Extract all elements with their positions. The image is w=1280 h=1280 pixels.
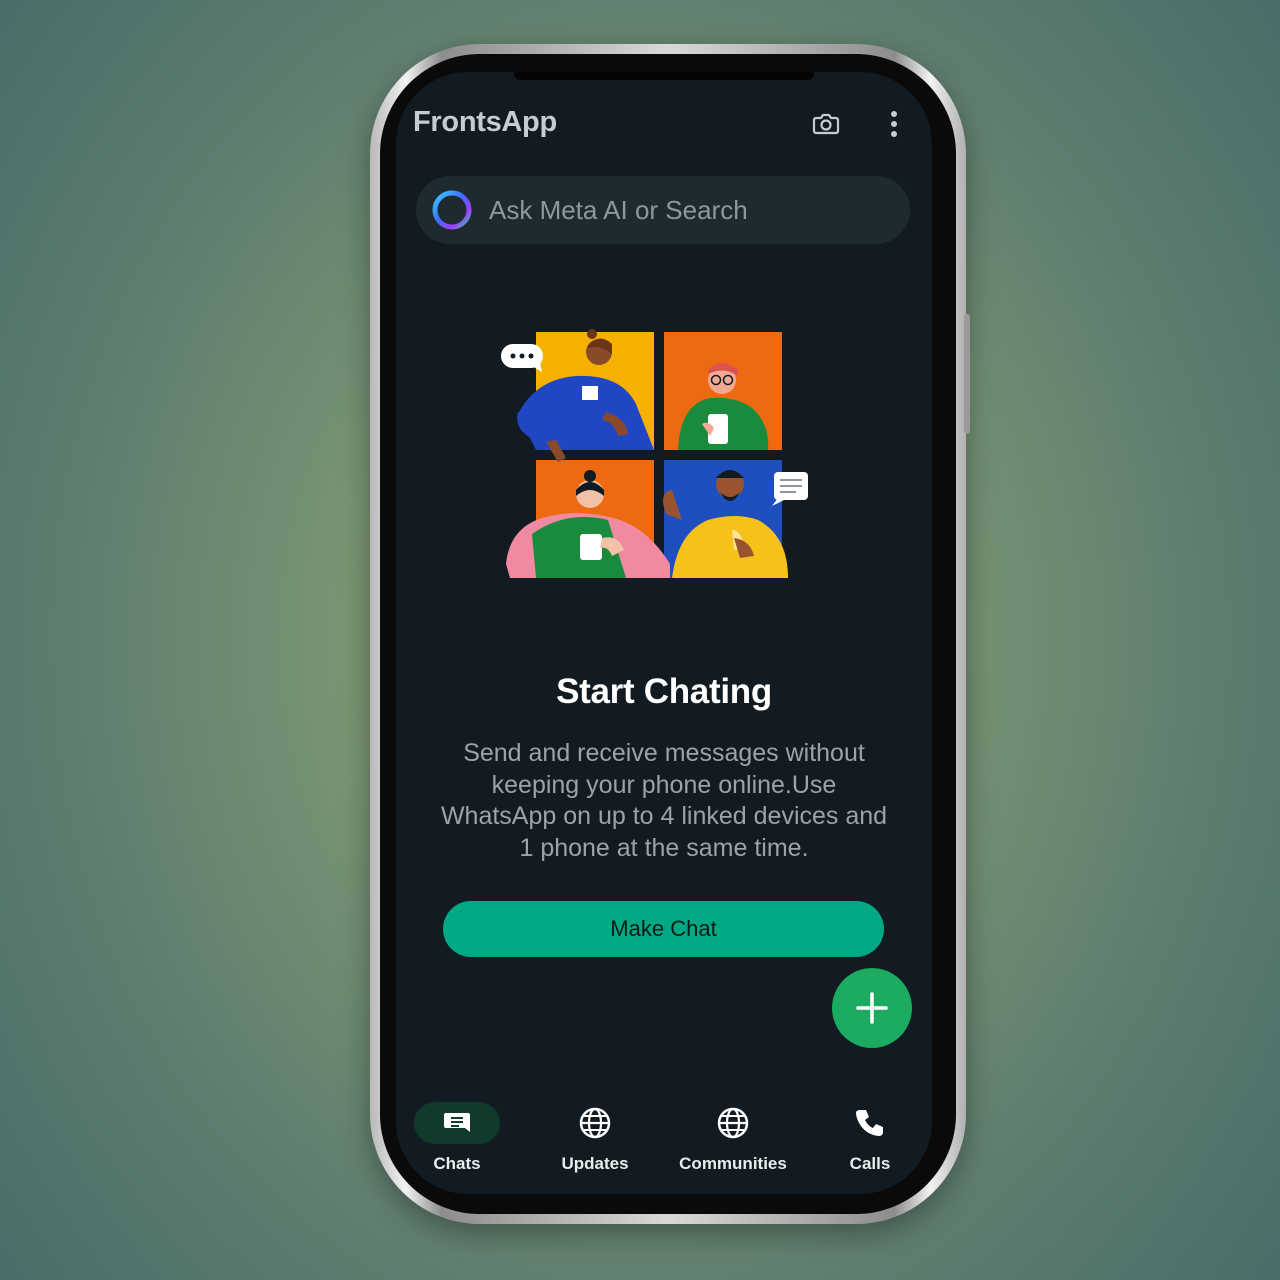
phone-side-button xyxy=(964,314,970,434)
search-bar[interactable]: Ask Meta AI or Search xyxy=(416,176,910,244)
nav-item-calls[interactable]: Calls xyxy=(800,1102,932,1174)
phone-icon xyxy=(856,1110,883,1136)
app-screen: FrontsApp Ask Meta AI or Search Start Ch… xyxy=(396,72,932,1194)
new-chat-fab[interactable] xyxy=(832,968,912,1048)
make-chat-button[interactable]: Make Chat xyxy=(443,901,884,957)
empty-state-title: Start Chating xyxy=(556,672,772,711)
speech-bubble-left xyxy=(501,344,543,372)
notch xyxy=(514,72,814,80)
nav-label-updates: Updates xyxy=(561,1154,629,1173)
empty-state-description: Send and receive messages without keepin… xyxy=(440,739,888,862)
people-chatting-illustration xyxy=(501,329,808,578)
globe-icon xyxy=(579,1107,611,1139)
meta-ai-ring-icon xyxy=(432,190,472,230)
app-title: FrontsApp xyxy=(413,106,557,138)
globe-icon xyxy=(717,1107,749,1139)
plus-icon xyxy=(856,992,888,1024)
nav-label-communities: Communities xyxy=(679,1154,787,1173)
nav-item-chats[interactable]: Chats xyxy=(396,1102,527,1174)
nav-item-communities[interactable]: Communities xyxy=(663,1102,803,1174)
chat-icon xyxy=(444,1113,470,1132)
search-input[interactable]: Ask Meta AI or Search xyxy=(489,195,748,226)
nav-item-updates[interactable]: Updates xyxy=(525,1102,665,1174)
nav-label-calls: Calls xyxy=(849,1154,891,1173)
speech-bubble-right xyxy=(772,472,808,506)
nav-label-chats: Chats xyxy=(433,1154,481,1173)
nav-active-pill xyxy=(414,1102,500,1144)
more-vertical-icon[interactable] xyxy=(876,106,912,142)
camera-icon[interactable] xyxy=(808,106,844,142)
